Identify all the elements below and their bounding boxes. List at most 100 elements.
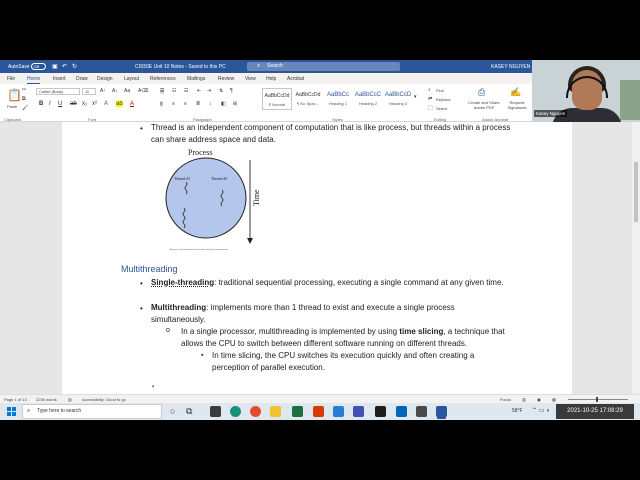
paste-icon[interactable]: 📋: [7, 88, 22, 102]
styles-more-icon[interactable]: ▾: [414, 94, 417, 100]
style-normal[interactable]: AaBbCcDd ¶ Normal: [262, 88, 292, 110]
tab-acrobat[interactable]: Acrobat: [287, 76, 304, 82]
style-heading-2[interactable]: AaBbCcC Heading 2: [353, 88, 383, 110]
select-icon[interactable]: ⬚: [428, 105, 433, 111]
shading-icon[interactable]: ◧: [221, 101, 226, 107]
page-count[interactable]: Page 1 of 13: [4, 397, 27, 402]
find-label[interactable]: Find: [436, 88, 444, 93]
redo-icon[interactable]: ↻: [72, 63, 77, 70]
shrink-font-icon[interactable]: A↓: [112, 88, 118, 94]
document-page[interactable]: • Thread is an independent component of …: [62, 122, 572, 394]
superscript-icon[interactable]: x²: [92, 101, 97, 107]
tab-mailings[interactable]: Mailings: [187, 76, 205, 82]
grow-font-icon[interactable]: A↑: [100, 88, 106, 94]
change-case-icon[interactable]: Aa: [124, 88, 130, 94]
zoom-slider[interactable]: [568, 399, 628, 400]
system-tray-icons[interactable]: ⌃ ▭ ◖: [532, 407, 550, 414]
mail-icon[interactable]: [333, 406, 344, 417]
cortana-icon[interactable]: ○: [170, 406, 175, 416]
replace-label[interactable]: Replace: [436, 97, 451, 102]
text-effects-icon[interactable]: A: [104, 101, 108, 107]
subscript-icon[interactable]: x₂: [82, 101, 87, 107]
increase-indent-icon[interactable]: ⇥: [207, 88, 211, 94]
clear-format-icon[interactable]: A⌫: [138, 88, 148, 94]
highlight-icon[interactable]: ab: [116, 101, 123, 107]
terminal-icon[interactable]: [375, 406, 386, 417]
chrome-icon[interactable]: [250, 406, 261, 417]
borders-icon[interactable]: ⊞: [233, 101, 237, 107]
style-no-spacing[interactable]: AaBbCcDd ¶ No Spac...: [293, 88, 323, 110]
show-marks-icon[interactable]: ¶: [230, 88, 233, 94]
taskbar-app-icon[interactable]: [210, 406, 221, 417]
user-name[interactable]: KASEY NGUYEN: [491, 64, 530, 70]
app-icon[interactable]: [416, 406, 427, 417]
word-icon[interactable]: [436, 406, 447, 417]
tab-design[interactable]: Design: [97, 76, 113, 82]
zoom-slider-thumb[interactable]: [596, 397, 598, 402]
strikethrough-icon[interactable]: ab: [70, 101, 77, 107]
taskbar-search[interactable]: ⌕ Type here to search: [22, 404, 162, 419]
office-icon[interactable]: [313, 406, 324, 417]
outlook-icon[interactable]: [396, 406, 407, 417]
bold-icon[interactable]: B: [39, 101, 43, 107]
tab-insert[interactable]: Insert: [53, 76, 66, 82]
proofing-icon[interactable]: ▤: [68, 397, 72, 402]
underline-icon[interactable]: U: [58, 101, 62, 107]
weather-temp[interactable]: 58°F: [512, 408, 523, 414]
multilevel-list-icon[interactable]: ☲: [184, 88, 188, 94]
read-mode-icon[interactable]: ▥: [522, 397, 526, 402]
file-explorer-icon[interactable]: [270, 406, 281, 417]
bullets-icon[interactable]: ☰: [160, 88, 165, 94]
word-count[interactable]: 2255 words: [36, 397, 57, 402]
create-pdf-label[interactable]: Create and Share Adobe PDF: [464, 100, 504, 110]
font-color-icon[interactable]: A: [130, 101, 134, 107]
task-view-icon[interactable]: ⧉: [186, 406, 192, 417]
format-painter-icon[interactable]: 🖌: [22, 105, 28, 111]
focus-label[interactable]: Focus: [500, 397, 511, 402]
line-spacing-icon[interactable]: ↕: [209, 101, 212, 107]
tab-layout[interactable]: Layout: [124, 76, 139, 82]
clock[interactable]: 2021-10-25 17:08:29: [556, 404, 634, 419]
tab-help[interactable]: Help: [266, 76, 276, 82]
font-name-select[interactable]: Calibri (Body): [36, 88, 80, 95]
tab-review[interactable]: Review: [218, 76, 234, 82]
search-box[interactable]: ⌕ Search: [247, 62, 400, 71]
accessibility-status[interactable]: Accessibility: Good to go: [82, 397, 126, 402]
autosave-toggle[interactable]: Off: [31, 63, 46, 70]
web-layout-icon[interactable]: ▦: [552, 397, 556, 402]
select-label[interactable]: Select: [436, 106, 447, 111]
justify-icon[interactable]: ≣: [196, 101, 200, 107]
font-size-select[interactable]: 11: [82, 88, 96, 95]
save-icon[interactable]: ▣: [52, 63, 58, 70]
tab-view[interactable]: View: [245, 76, 256, 82]
style-heading-3[interactable]: AaBbCcD Heading 3: [383, 88, 413, 110]
italic-icon[interactable]: I: [49, 101, 51, 107]
edge-icon[interactable]: [230, 406, 241, 417]
sort-icon[interactable]: ⇅: [219, 88, 223, 94]
replace-icon[interactable]: ⇄: [428, 96, 432, 102]
cut-icon[interactable]: ✂: [22, 87, 26, 93]
undo-icon[interactable]: ↶: [62, 63, 67, 70]
vertical-scrollbar[interactable]: [632, 122, 640, 394]
scroll-thumb[interactable]: [634, 162, 638, 222]
create-pdf-icon[interactable]: ⎙: [478, 87, 485, 98]
request-signatures-icon[interactable]: ✍: [510, 87, 521, 98]
windows-start-icon[interactable]: [7, 407, 16, 416]
tab-references[interactable]: References: [150, 76, 176, 82]
numbering-icon[interactable]: ☷: [172, 88, 176, 94]
excel-icon[interactable]: [292, 406, 303, 417]
tab-home[interactable]: Home: [27, 76, 41, 84]
paste-label[interactable]: Paste: [7, 104, 17, 109]
decrease-indent-icon[interactable]: ⇤: [197, 88, 201, 94]
teams-icon[interactable]: [353, 406, 364, 417]
copy-icon[interactable]: ⧉: [22, 96, 26, 102]
align-center-icon[interactable]: ≡: [172, 101, 175, 107]
tab-draw[interactable]: Draw: [76, 76, 88, 82]
print-layout-icon[interactable]: ▣: [537, 397, 541, 402]
align-left-icon[interactable]: ≡: [160, 101, 163, 107]
align-right-icon[interactable]: ≡: [184, 101, 187, 107]
find-icon[interactable]: ⌕: [428, 87, 431, 93]
style-heading-1[interactable]: AaBbCc Heading 1: [323, 88, 353, 110]
tab-file[interactable]: File: [7, 76, 15, 82]
request-signatures-label[interactable]: Request Signatures: [503, 100, 531, 110]
